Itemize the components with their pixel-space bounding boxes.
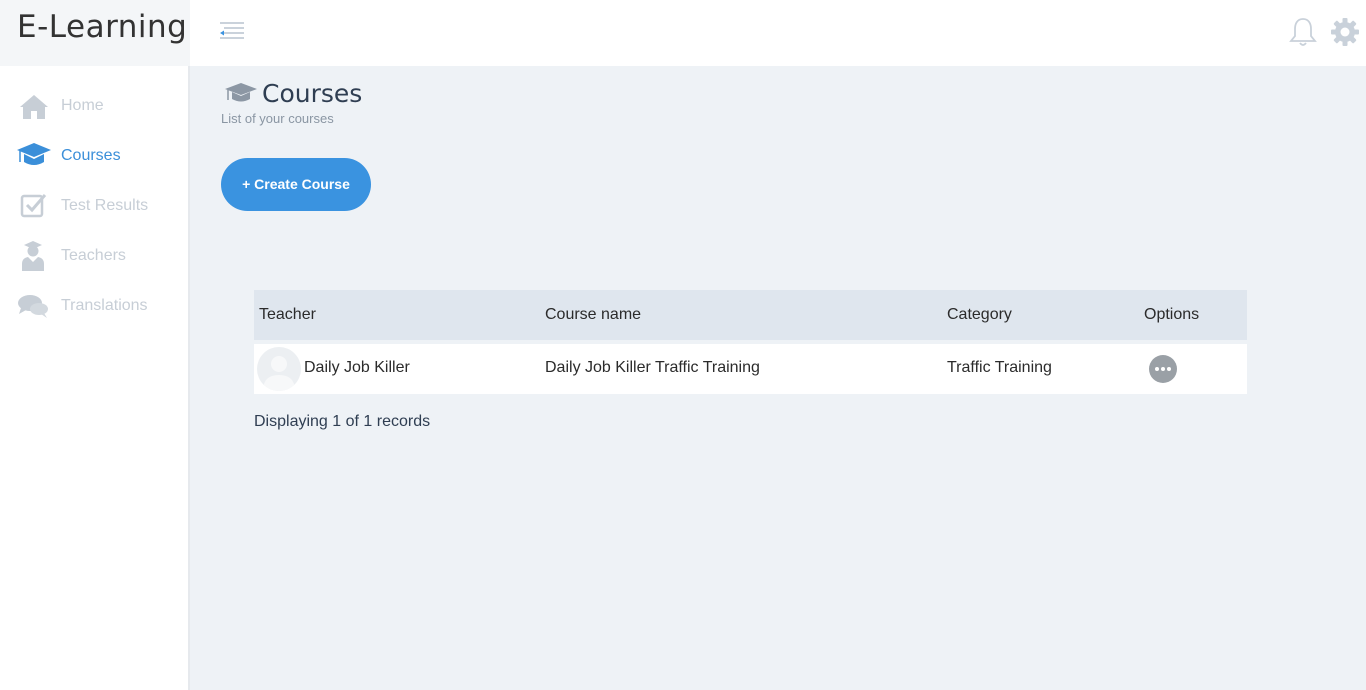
table-row[interactable]: Daily Job Killer Daily Job Killer Traffi…: [254, 344, 1247, 394]
home-icon: [20, 95, 48, 119]
sidebar: Home Courses Test Results Teachers Trans…: [0, 66, 190, 690]
avatar: [257, 347, 301, 391]
table-header: Teacher Course name Category Options: [254, 290, 1247, 340]
page-subtitle: List of your courses: [221, 111, 334, 126]
graduation-cap-icon: [17, 143, 51, 165]
teacher-icon: [22, 241, 44, 271]
sidebar-item-home[interactable]: Home: [0, 86, 190, 126]
page-title: Courses: [262, 79, 363, 108]
sidebar-item-label: Courses: [61, 147, 121, 164]
column-header-course-name[interactable]: Course name: [545, 306, 641, 324]
column-header-teacher[interactable]: Teacher: [259, 306, 316, 324]
sidebar-item-courses[interactable]: Courses: [0, 136, 190, 176]
graduation-cap-icon: [225, 83, 257, 102]
sidebar-item-label: Test Results: [61, 197, 149, 214]
column-header-options: Options: [1144, 306, 1200, 323]
sidebar-item-label: Home: [61, 97, 104, 114]
gear-icon[interactable]: [1328, 15, 1362, 49]
chat-bubbles-icon: [18, 295, 48, 318]
cell-course-name: Daily Job Killer Traffic Training: [545, 359, 760, 376]
sidebar-item-label: Teachers: [61, 247, 126, 264]
user-placeholder-icon: [263, 356, 295, 391]
bell-icon[interactable]: [1286, 15, 1320, 49]
menu-collapse-icon[interactable]: [218, 19, 246, 45]
dot: [1155, 367, 1159, 371]
cell-category: Traffic Training: [947, 359, 1052, 376]
sidebar-item-translations[interactable]: Translations: [0, 286, 190, 326]
records-count: Displaying 1 of 1 records: [254, 413, 431, 430]
cell-teacher: Daily Job Killer: [304, 359, 410, 376]
sidebar-item-test-results[interactable]: Test Results: [0, 186, 190, 226]
checkbox-icon: [20, 194, 47, 218]
column-header-category[interactable]: Category: [947, 306, 1012, 324]
create-course-button[interactable]: + Create Course: [221, 158, 371, 211]
options-menu-button[interactable]: [1149, 355, 1177, 383]
brand: E-Learning: [0, 0, 190, 66]
dot: [1167, 367, 1171, 371]
top-bar: E-Learning: [0, 0, 1366, 66]
sidebar-item-label: Translations: [61, 297, 148, 314]
app-title: E-Learning: [17, 9, 188, 45]
dot: [1161, 367, 1165, 371]
sidebar-item-teachers[interactable]: Teachers: [0, 236, 190, 276]
